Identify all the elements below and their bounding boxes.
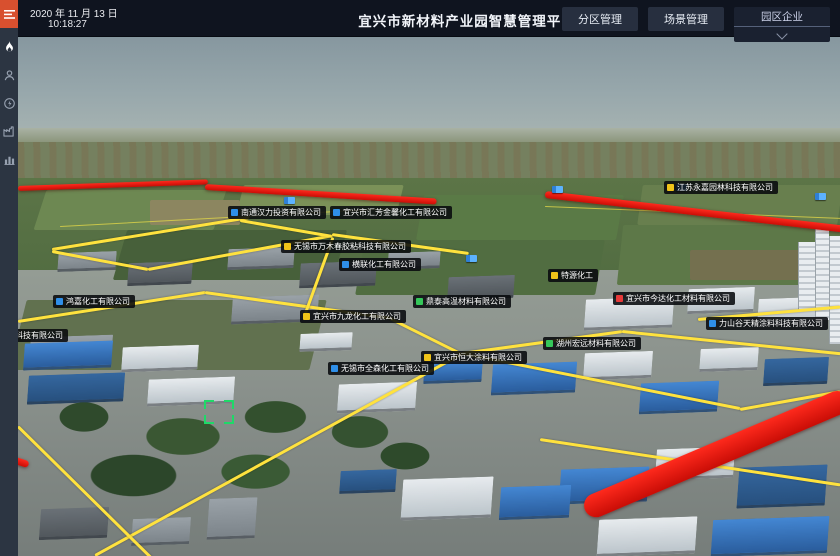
sidebar-toggle[interactable] bbox=[0, 0, 18, 28]
top-bar: 2020 年 11 月 13 日 10:18:27 宜兴市新材料产业园智慧管理平… bbox=[18, 0, 840, 37]
company-name: 江苏永嘉园林科技有限公司 bbox=[677, 181, 773, 194]
warehouse-building bbox=[597, 516, 698, 556]
park-enterprise-dropdown[interactable]: 园区企业 bbox=[734, 7, 830, 42]
sidebar-item-energy[interactable] bbox=[0, 94, 18, 112]
field-patch bbox=[690, 250, 800, 280]
warehouse-building bbox=[39, 507, 109, 540]
sidebar-item-statistics[interactable] bbox=[0, 150, 18, 168]
zone-management-button[interactable]: 分区管理 bbox=[562, 7, 638, 31]
company-name: 特源化工 bbox=[561, 269, 593, 282]
company-label[interactable]: 湖州宏远材料有限公司 bbox=[543, 337, 641, 350]
company-label[interactable]: 江苏永嘉园林科技有限公司 bbox=[664, 181, 778, 194]
building-icon bbox=[303, 313, 310, 320]
flame-icon bbox=[4, 41, 15, 53]
company-name: 无锡市全森化工有限公司 bbox=[341, 362, 429, 375]
company-name: 无锡市万木春胶粘科技有限公司 bbox=[294, 240, 406, 253]
company-label[interactable]: 无锡市全森化工有限公司 bbox=[328, 362, 434, 375]
time-text: 10:18:27 bbox=[48, 19, 87, 30]
company-name: 宜兴市今达化工材料有限公司 bbox=[626, 292, 730, 305]
factory-building bbox=[299, 332, 352, 352]
sidebar-item-fire[interactable] bbox=[0, 38, 18, 56]
date-text: 2020 年 11 月 13 日 bbox=[30, 5, 118, 20]
company-name: 鸿嘉化工有限公司 bbox=[66, 295, 130, 308]
scene-management-button[interactable]: 场景管理 bbox=[648, 7, 724, 31]
company-name: 鼎泰高温材料有限公司 bbox=[426, 295, 506, 308]
sidebar-item-enterprise[interactable] bbox=[0, 122, 18, 140]
building-icon bbox=[424, 354, 431, 361]
company-label[interactable]: 宜兴市九龙化工有限公司 bbox=[300, 310, 406, 323]
building-icon bbox=[551, 272, 558, 279]
truck-icon[interactable] bbox=[284, 197, 295, 204]
building-icon bbox=[667, 184, 674, 191]
bar-chart-icon bbox=[4, 154, 15, 165]
company-name: 宜兴市恒大涂料有限公司 bbox=[434, 351, 522, 364]
building-icon bbox=[231, 209, 238, 216]
company-name: 宜兴市汇芳金馨化工有限公司 bbox=[343, 206, 447, 219]
company-label[interactable]: 南通汉力投资有限公司 bbox=[228, 206, 326, 219]
company-name: 横联化工有限公司 bbox=[352, 258, 416, 271]
building-icon bbox=[56, 298, 63, 305]
warehouse-building bbox=[499, 485, 572, 520]
person-icon bbox=[4, 70, 15, 81]
building-icon bbox=[546, 340, 553, 347]
company-name: 宜兴市九龙化工有限公司 bbox=[313, 310, 401, 323]
company-label[interactable]: 宜兴市汇芳金馨化工有限公司 bbox=[330, 206, 452, 219]
map-sky bbox=[18, 36, 840, 142]
company-label[interactable]: 力山谷天精涂料科技有限公司 bbox=[706, 317, 828, 330]
company-label[interactable]: 鸿嘉化工有限公司 bbox=[53, 295, 135, 308]
hamburger-menu-icon bbox=[4, 10, 15, 19]
dropdown-label: 园区企业 bbox=[734, 9, 830, 27]
truck-icon[interactable] bbox=[815, 193, 826, 200]
tree-area bbox=[300, 400, 450, 480]
company-name: 力山谷天精涂料科技有限公司 bbox=[719, 317, 823, 330]
truck-icon[interactable] bbox=[466, 255, 477, 262]
truck-icon[interactable] bbox=[552, 186, 563, 193]
company-label[interactable]: 鼎泰高温材料有限公司 bbox=[413, 295, 511, 308]
power-icon bbox=[4, 98, 15, 109]
warehouse-building bbox=[711, 516, 830, 556]
company-label[interactable]: 宜兴市恒大涂料有限公司 bbox=[421, 351, 527, 364]
building-icon bbox=[333, 209, 340, 216]
sidebar-item-personnel[interactable] bbox=[0, 66, 18, 84]
highrise-building bbox=[829, 236, 840, 344]
factory-building bbox=[583, 351, 653, 380]
warehouse-building bbox=[400, 476, 493, 520]
building-icon bbox=[616, 295, 623, 302]
company-label[interactable]: 宜兴市今达化工材料有限公司 bbox=[613, 292, 735, 305]
factory-building bbox=[121, 345, 199, 373]
factory-building bbox=[763, 357, 829, 386]
company-label[interactable]: 特源化工 bbox=[548, 269, 598, 282]
building-icon bbox=[342, 261, 349, 268]
app-window: 南通汉力投资有限公司 宜兴市汇芳金馨化工有限公司 无锡市万木春胶粘科技有限公司 … bbox=[0, 0, 840, 556]
company-name: 南通汉力投资有限公司 bbox=[241, 206, 321, 219]
highrise-building bbox=[798, 242, 815, 310]
left-sidebar bbox=[0, 0, 18, 556]
building-icon bbox=[416, 298, 423, 305]
factory-building bbox=[23, 340, 113, 370]
page-title: 宜兴市新材料产业园智慧管理平台 bbox=[358, 10, 576, 30]
building-icon bbox=[284, 243, 291, 250]
chevron-down-icon bbox=[776, 28, 787, 39]
company-label[interactable]: 无锡市万木春胶粘科技有限公司 bbox=[281, 240, 411, 253]
selection-bracket bbox=[204, 400, 234, 424]
factory-building bbox=[699, 347, 759, 372]
building-icon bbox=[331, 365, 338, 372]
company-label[interactable]: 横联化工有限公司 bbox=[339, 258, 421, 271]
factory-icon bbox=[3, 126, 15, 137]
building-icon bbox=[709, 320, 716, 327]
company-name: 湖州宏远材料有限公司 bbox=[556, 337, 636, 350]
